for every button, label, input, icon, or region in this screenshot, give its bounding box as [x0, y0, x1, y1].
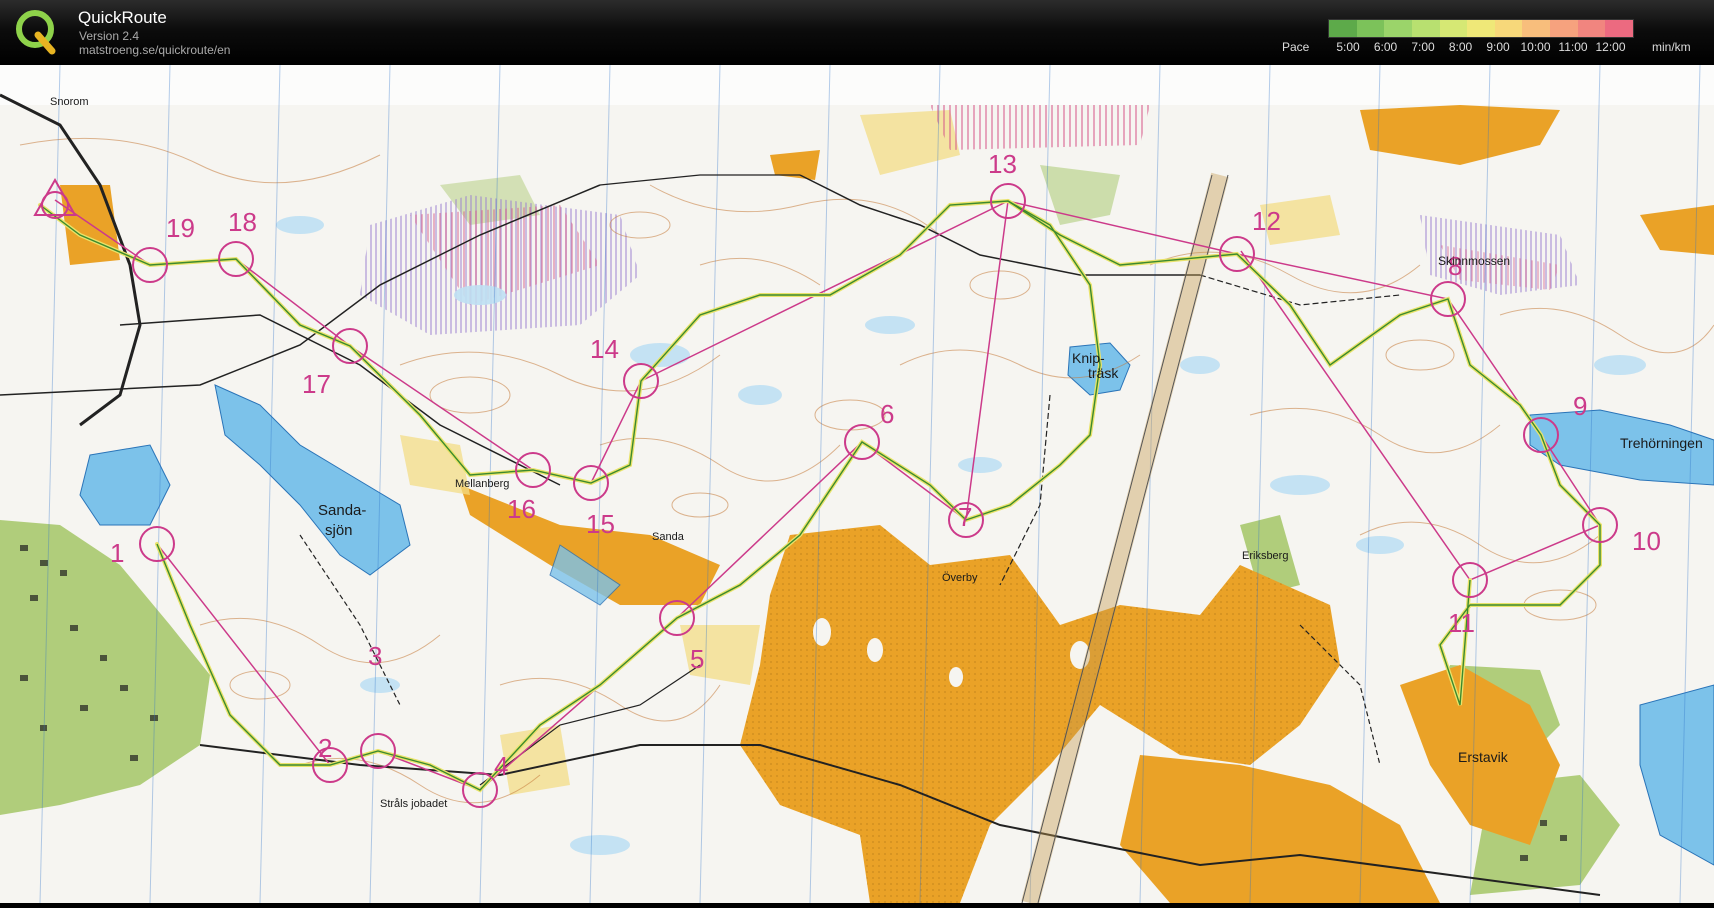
control-number-17: 17: [302, 369, 331, 399]
pace-scale-segment: [1384, 20, 1412, 37]
place-erstavik: Erstavik: [1458, 749, 1509, 765]
place-skinnmossen: Skinnmossen: [1438, 254, 1510, 268]
place-trehorningen: Trehörningen: [1620, 435, 1703, 451]
pace-scale-segment: [1550, 20, 1578, 37]
control-number-4: 4: [494, 751, 508, 781]
place-eriksberg: Eriksberg: [1242, 550, 1288, 562]
pace-scale-segment: [1605, 20, 1634, 37]
pace-tick-label: 6:00: [1373, 40, 1398, 54]
control-number-16: 16: [507, 494, 536, 524]
control-number-13: 13: [988, 149, 1017, 179]
app-url[interactable]: matstroeng.se/quickroute/en: [79, 43, 230, 57]
place-sanda: Sanda: [652, 531, 685, 543]
place-sandasjon-2: sjön: [325, 522, 353, 539]
app-version: Version 2.4: [79, 29, 140, 43]
control-number-14: 14: [590, 334, 619, 364]
pace-scale-segment: [1494, 20, 1523, 37]
title-bar: QuickRoute Version 2.4 matstroeng.se/qui…: [0, 0, 1714, 65]
pace-scale-segment: [1439, 20, 1468, 37]
place-mellanberg: Mellanberg: [455, 478, 509, 490]
pace-tick-label: 12:00: [1595, 40, 1626, 54]
place-knip-2: träsk: [1088, 365, 1119, 381]
quickroute-logo-icon: [16, 10, 56, 55]
control-number-5: 5: [690, 644, 704, 674]
pace-tick-label: 5:00: [1336, 40, 1360, 54]
app-title: QuickRoute: [78, 8, 167, 27]
pace-scale-segment: [1411, 20, 1440, 37]
place-stralsjobadet: Stråls jobadet: [380, 798, 447, 810]
pace-tick-label: 10:00: [1520, 40, 1551, 54]
pace-color-scale: [1328, 19, 1634, 38]
orienteering-map[interactable]: 1 2 3 4 5 6 7 8 9 10 11 12 13 14 15 16 1…: [0, 64, 1714, 906]
control-number-6: 6: [880, 399, 894, 429]
pace-scale-segment: [1522, 20, 1551, 37]
pace-scale-segment: [1577, 20, 1606, 37]
control-number-2: 2: [318, 733, 332, 763]
pace-tick-label: 9:00: [1486, 40, 1510, 54]
place-sandasjon-1: Sanda-: [318, 502, 366, 519]
pace-scale-segment: [1356, 20, 1385, 37]
control-number-11: 11: [1448, 608, 1475, 638]
pace-scale-segment: [1467, 20, 1495, 37]
pace-tick-label: 8:00: [1448, 40, 1473, 54]
place-knip-1: Knip-: [1072, 350, 1105, 366]
pace-tick-label: 11:00: [1558, 40, 1588, 54]
control-number-3: 3: [368, 641, 382, 671]
control-number-10: 10: [1632, 526, 1661, 556]
control-number-15: 15: [586, 509, 615, 539]
pace-unit: min/km: [1652, 40, 1691, 54]
place-overby: Överby: [942, 572, 978, 584]
control-number-12: 12: [1252, 206, 1281, 236]
pace-label: Pace: [1282, 40, 1310, 54]
pace-scale-segment: [1329, 20, 1357, 37]
control-number-1: 1: [110, 538, 124, 568]
control-number-7: 7: [958, 502, 972, 532]
place-snorom: Snorom: [50, 96, 89, 108]
control-number-19: 19: [166, 213, 195, 243]
pace-tick-label: 7:00: [1411, 40, 1435, 54]
control-number-18: 18: [228, 207, 257, 237]
control-number-9: 9: [1573, 391, 1587, 421]
